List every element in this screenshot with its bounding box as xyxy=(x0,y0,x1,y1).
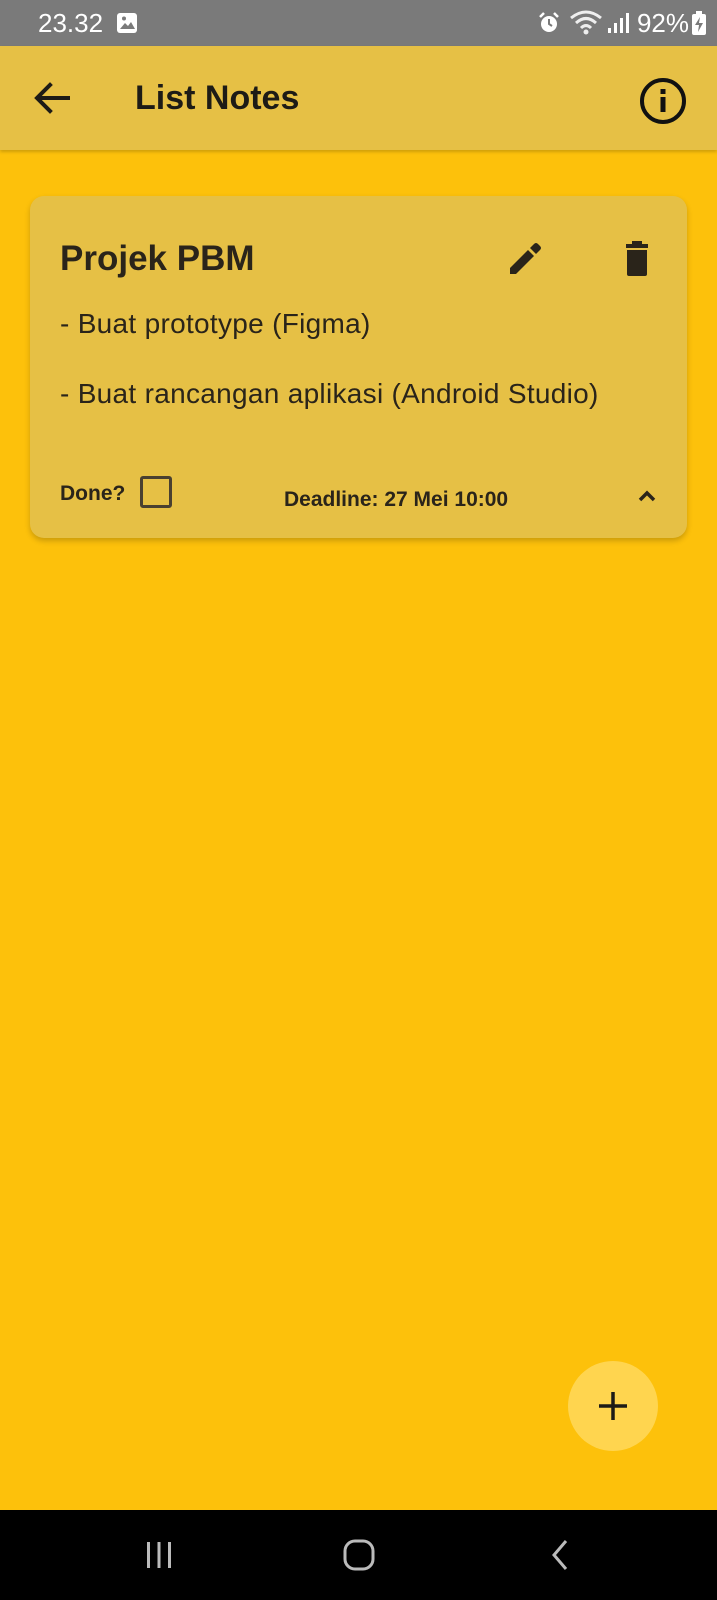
home-button[interactable] xyxy=(336,1532,382,1578)
status-icons: 92% xyxy=(537,6,707,40)
done-label: Done? xyxy=(60,482,126,505)
status-time: 23.32 xyxy=(38,8,104,38)
add-note-button[interactable] xyxy=(568,1361,658,1451)
page-title: List Notes xyxy=(135,79,300,117)
status-bar: 23.32 92% xyxy=(0,0,717,46)
deadline-text: Deadline: 27 Mei 10:00 xyxy=(284,488,509,511)
edit-button[interactable] xyxy=(500,234,550,284)
note-line: - Buat rancangan aplikasi (Android Studi… xyxy=(60,378,599,409)
back-icon xyxy=(552,1540,568,1570)
home-icon xyxy=(343,1539,375,1571)
recent-apps-icon xyxy=(147,1542,171,1568)
battery-percentage: 92% xyxy=(636,8,689,38)
note-title: Projek PBM xyxy=(60,239,255,278)
signal-icon xyxy=(607,13,629,33)
info-icon xyxy=(640,78,686,124)
navigation-bar xyxy=(0,1510,717,1600)
arrow-back-icon xyxy=(34,82,70,114)
note-line: - Buat prototype (Figma) xyxy=(60,308,371,339)
delete-button[interactable] xyxy=(612,234,662,284)
recent-apps-button[interactable] xyxy=(136,1532,182,1578)
note-card[interactable]: Projek PBM - Buat prototype (Figma) - Bu… xyxy=(30,196,687,538)
pencil-icon xyxy=(510,243,541,274)
trash-icon xyxy=(626,241,648,276)
done-checkbox[interactable] xyxy=(140,476,172,508)
plus-icon xyxy=(599,1392,627,1420)
chevron-up-icon xyxy=(638,490,656,502)
info-button[interactable] xyxy=(638,76,688,126)
gallery-icon xyxy=(117,13,137,33)
app-bar: List Notes xyxy=(0,46,717,150)
wifi-icon xyxy=(570,10,602,35)
alarm-icon xyxy=(539,12,559,32)
back-button[interactable] xyxy=(28,74,76,122)
collapse-button[interactable] xyxy=(632,481,662,511)
battery-charging-icon xyxy=(692,11,706,35)
nav-back-button[interactable] xyxy=(538,1532,584,1578)
